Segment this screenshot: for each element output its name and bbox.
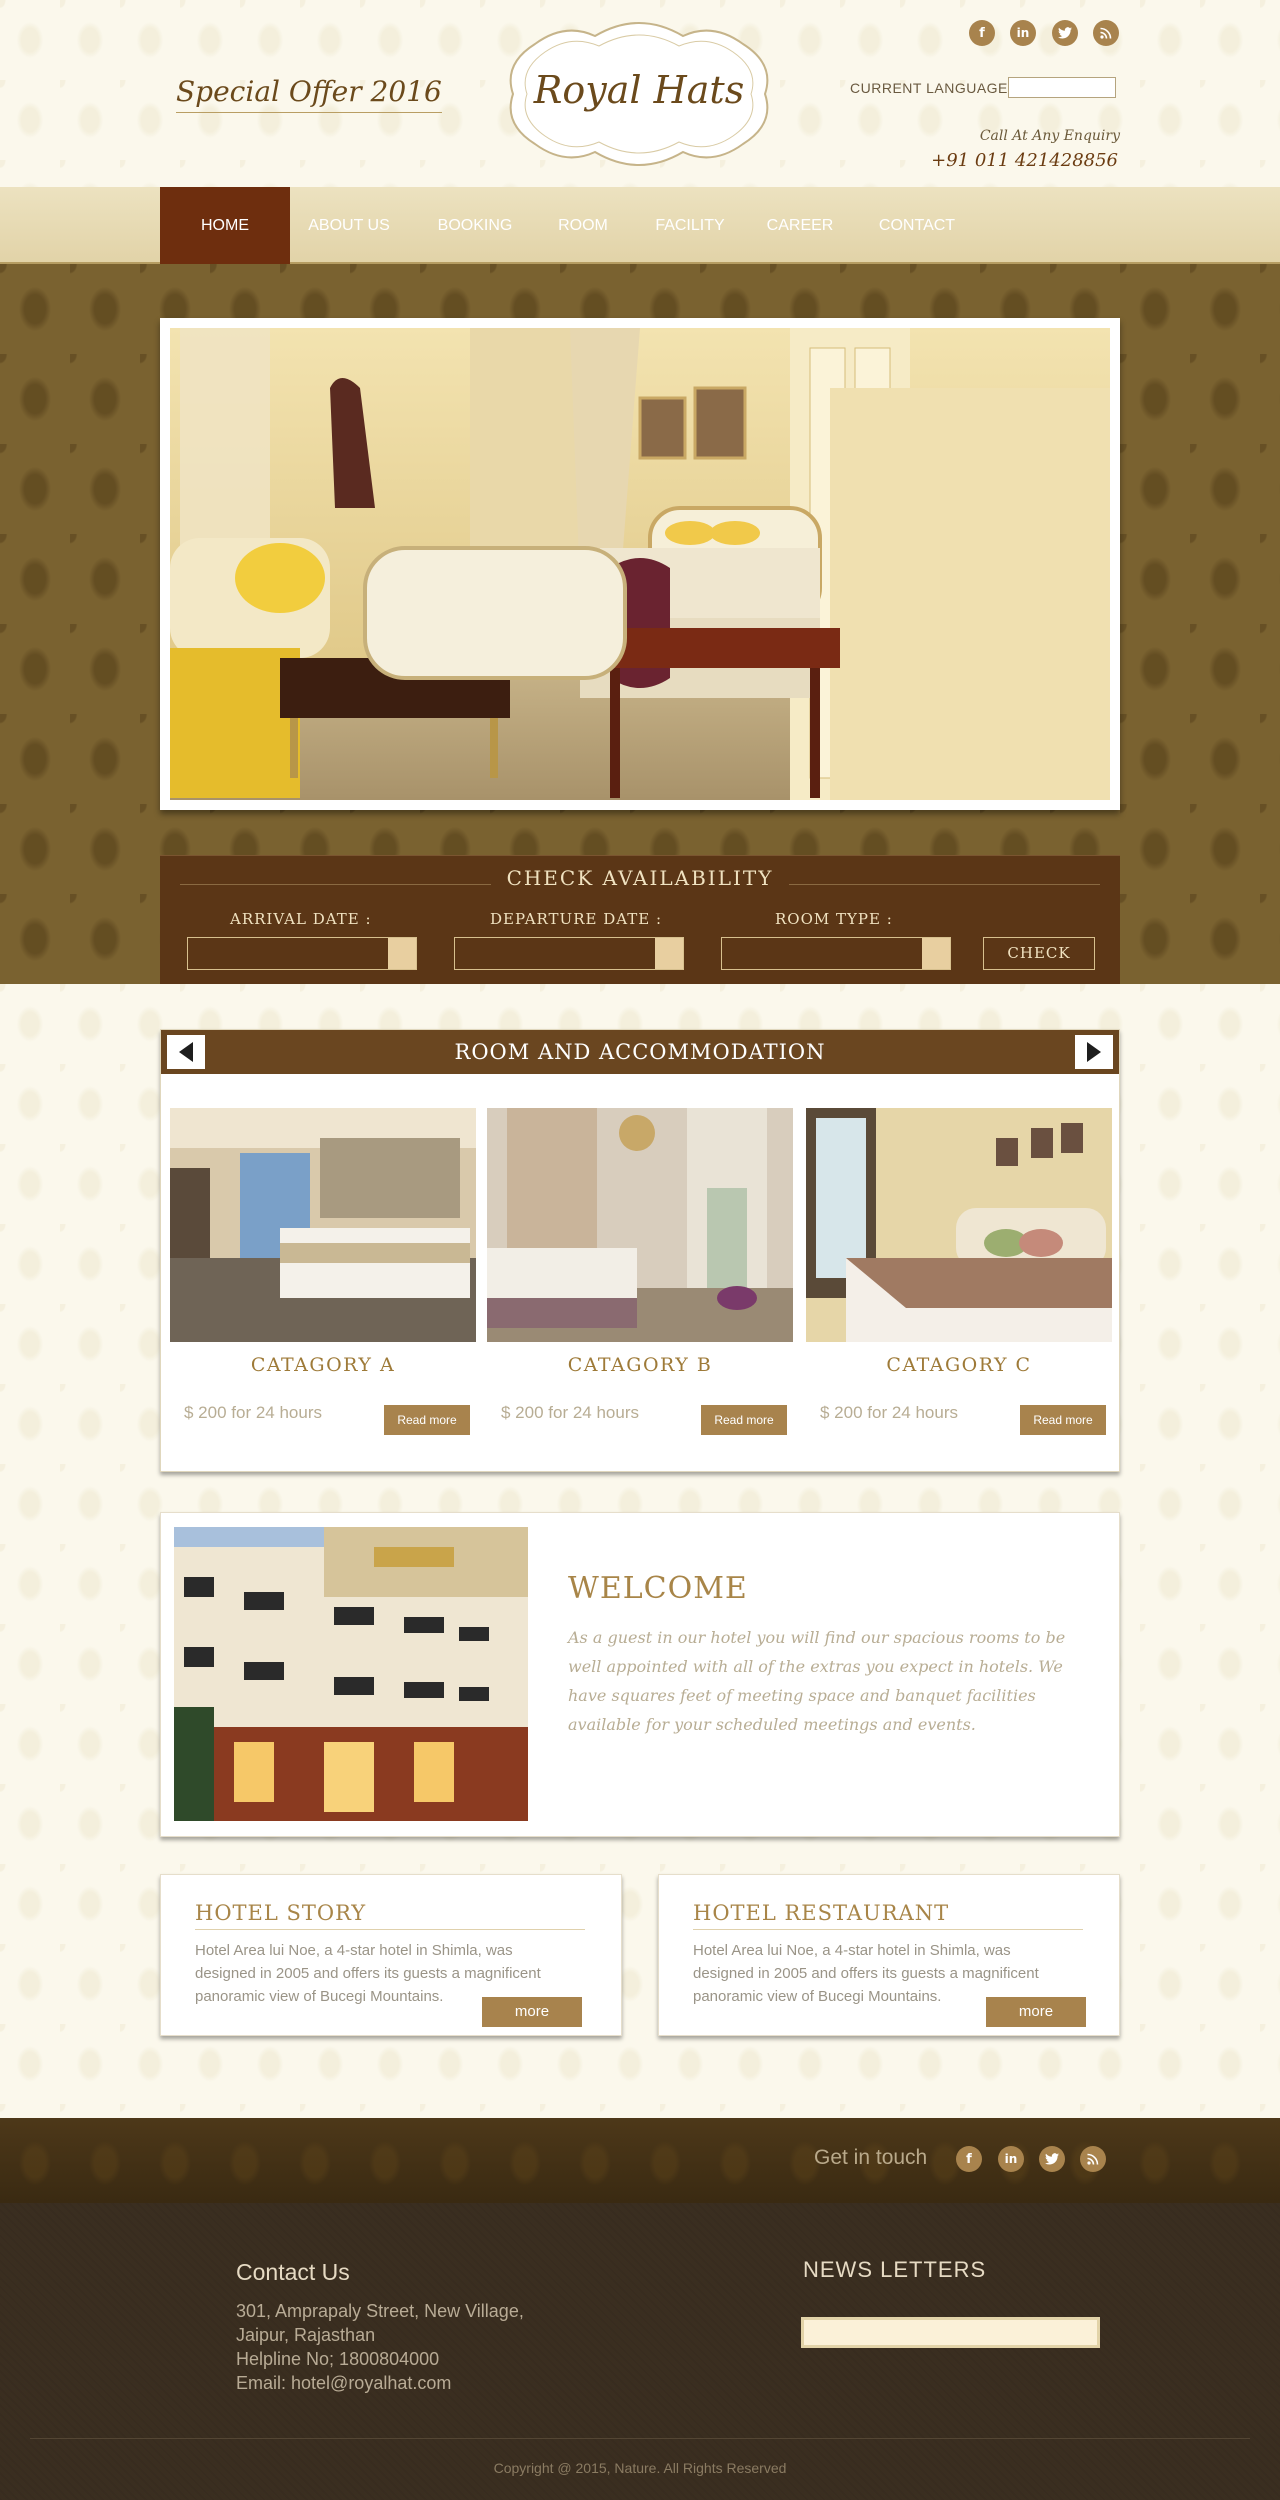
rooms-prev-arrow-icon[interactable] xyxy=(167,1035,205,1069)
contact-us-heading: Contact Us xyxy=(236,2259,350,2285)
nav-item-about-us[interactable]: ABOUT US xyxy=(296,187,402,264)
language-select[interactable] xyxy=(1008,77,1116,98)
nav-item-contact[interactable]: CONTACT xyxy=(862,187,972,264)
hotel-story-more-button[interactable]: more xyxy=(482,1997,582,2027)
nav-item-home[interactable]: HOME xyxy=(160,187,290,264)
room-a-price: $ 200 for 24 hours xyxy=(184,1403,322,1422)
arrival-date-picker-icon[interactable] xyxy=(388,938,416,969)
hotel-restaurant-more-button[interactable]: more xyxy=(986,1997,1086,2027)
logo-text: Royal Hats xyxy=(533,68,745,112)
room-card-c[interactable]: CATAGORY C $ 200 for 24 hours Read more xyxy=(806,1108,1112,1435)
room-b-photo[interactable] xyxy=(487,1108,793,1342)
room-type-dropdown-icon[interactable] xyxy=(922,938,950,969)
hotel-story-title: HOTEL STORY xyxy=(195,1901,585,1930)
welcome-panel: WELCOME As a guest in our hotel you will… xyxy=(160,1512,1120,1837)
facebook-icon[interactable]: f xyxy=(969,20,995,46)
copyright-text: Copyright @ 2015, Nature. All Rights Res… xyxy=(493,2460,787,2476)
footer-rss-icon[interactable] xyxy=(1080,2146,1106,2172)
nav-item-room[interactable]: ROOM xyxy=(545,187,621,264)
contact-email[interactable]: Email: hotel@royalhat.com xyxy=(236,2373,451,2394)
check-availability-panel: CHECK AVAILABILITY ARRIVAL DATE : DEPART… xyxy=(160,855,1120,984)
room-a-read-more-button[interactable]: Read more xyxy=(384,1405,470,1435)
phone-number[interactable]: +91 011 421428856 xyxy=(931,150,1118,171)
address-line-2: Jaipur, Rajasthan xyxy=(236,2325,376,2345)
helpline-number: Helpline No; 1800804000 xyxy=(236,2349,440,2369)
room-c-read-more-button[interactable]: Read more xyxy=(1020,1405,1106,1435)
room-a-photo[interactable] xyxy=(170,1108,476,1342)
departure-date-input[interactable] xyxy=(454,937,684,970)
room-c-price: $ 200 for 24 hours xyxy=(820,1403,958,1422)
arrival-date-label: ARRIVAL DATE : xyxy=(230,910,372,928)
footer-twitter-icon[interactable] xyxy=(1039,2146,1065,2172)
welcome-text: As a guest in our hotel you will find ou… xyxy=(568,1628,1066,1734)
get-in-touch-band: Get in touch f in xyxy=(0,2118,1280,2203)
hotel-story-card: HOTEL STORY Hotel Area lui Noe, a 4-star… xyxy=(160,1874,622,2036)
enquiry-label: Call At Any Enquiry xyxy=(979,128,1120,144)
room-type-label: ROOM TYPE : xyxy=(775,910,893,928)
rss-icon[interactable] xyxy=(1093,20,1119,46)
room-b-read-more-button[interactable]: Read more xyxy=(701,1405,787,1435)
room-b-price: $ 200 for 24 hours xyxy=(501,1403,639,1422)
check-button[interactable]: CHECK xyxy=(983,937,1095,970)
rooms-panel: ROOM AND ACCOMMODATION CATAGORY A $ 200 … xyxy=(160,1029,1120,1472)
hotel-building-photo xyxy=(174,1527,528,1821)
nav-item-booking[interactable]: BOOKING xyxy=(420,187,530,264)
room-a-name: CATAGORY A xyxy=(250,1354,396,1376)
newsletter-email-input[interactable] xyxy=(801,2317,1100,2348)
header: Special Offer 2016 Royal Hats f in CURRE… xyxy=(0,0,1280,187)
footer-divider xyxy=(30,2438,1250,2439)
room-card-a[interactable]: CATAGORY A $ 200 for 24 hours Read more xyxy=(170,1108,476,1435)
footer-linkedin-icon[interactable]: in xyxy=(998,2146,1024,2172)
twitter-icon[interactable] xyxy=(1052,20,1078,46)
hero-slider[interactable] xyxy=(160,318,1120,810)
hotel-restaurant-title: HOTEL RESTAURANT xyxy=(693,1901,1083,1930)
nav-item-facility[interactable]: FACILITY xyxy=(640,187,740,264)
hero-room-photo xyxy=(170,328,1110,800)
special-offer-heading[interactable]: Special Offer 2016 xyxy=(176,75,442,113)
address-line-1: 301, Amprapaly Street, New Village, xyxy=(236,2301,524,2321)
room-c-photo[interactable] xyxy=(806,1108,1112,1342)
room-b-name: CATAGORY B xyxy=(567,1354,713,1376)
linkedin-icon[interactable]: in xyxy=(1010,20,1036,46)
footer-facebook-icon[interactable]: f xyxy=(956,2146,982,2172)
check-availability-title: CHECK AVAILABILITY xyxy=(160,866,1120,890)
welcome-title: WELCOME xyxy=(568,1571,748,1606)
nav-item-career[interactable]: CAREER xyxy=(756,187,844,264)
language-label: CURRENT LANGUAGE xyxy=(850,80,1008,96)
rooms-next-arrow-icon[interactable] xyxy=(1075,1035,1113,1069)
newsletter-heading: NEWS LETTERS xyxy=(803,2257,987,2282)
room-card-b[interactable]: CATAGORY B $ 200 for 24 hours Read more xyxy=(487,1108,793,1435)
room-c-name: CATAGORY C xyxy=(886,1354,1032,1376)
check-availability-title-text: CHECK AVAILABILITY xyxy=(490,866,790,890)
rooms-title: ROOM AND ACCOMMODATION xyxy=(454,1040,826,1064)
logo[interactable]: Royal Hats xyxy=(495,14,783,174)
hotel-restaurant-card: HOTEL RESTAURANT Hotel Area lui Noe, a 4… xyxy=(658,1874,1120,2036)
departure-date-picker-icon[interactable] xyxy=(655,938,683,969)
arrival-date-input[interactable] xyxy=(187,937,417,970)
departure-date-label: DEPARTURE DATE : xyxy=(490,910,663,928)
main-nav: HOME ABOUT US BOOKING ROOM FACILITY CARE… xyxy=(0,187,1280,264)
footer: Contact Us 301, Amprapaly Street, New Vi… xyxy=(0,2203,1280,2500)
room-type-select[interactable] xyxy=(721,937,951,970)
get-in-touch-label: Get in touch xyxy=(814,2146,928,2169)
